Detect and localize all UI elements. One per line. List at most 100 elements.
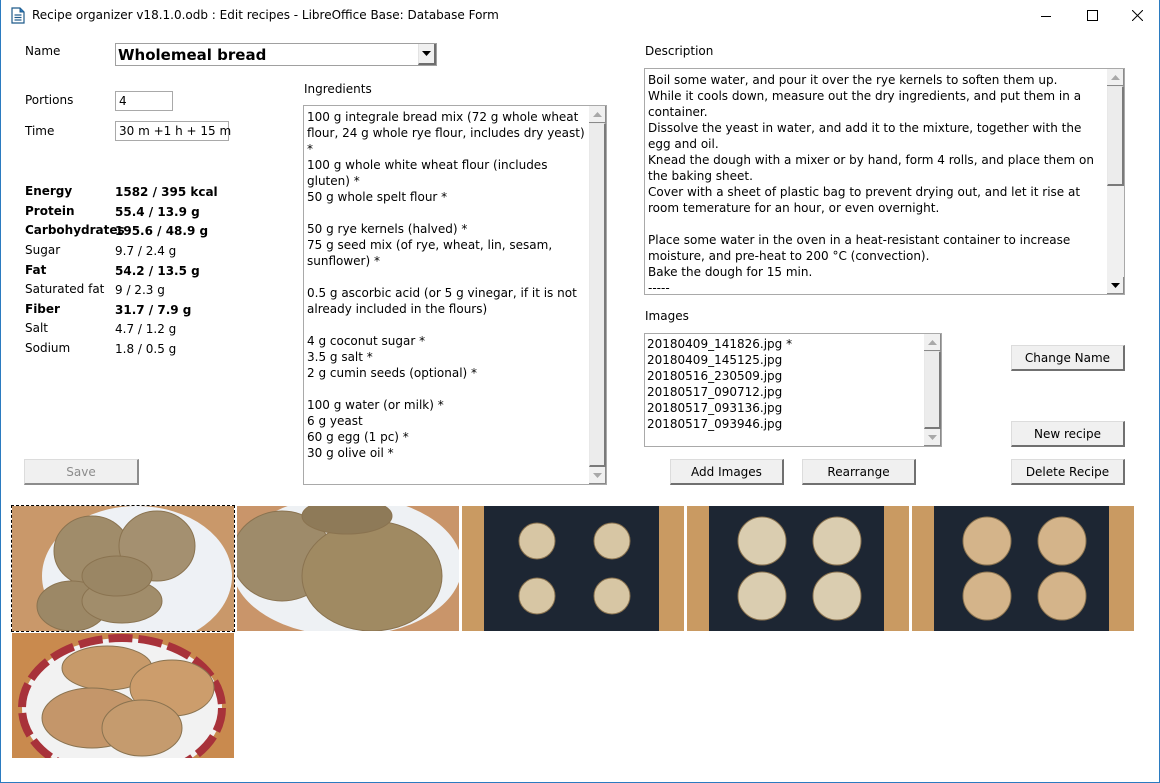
nutrition-value: 55.4 / 13.9 g <box>115 205 200 219</box>
scroll-up-button[interactable] <box>924 334 941 351</box>
scroll-thumb[interactable] <box>589 123 606 467</box>
nutrition-label: Fat <box>25 263 47 277</box>
bread-roll <box>593 577 631 615</box>
recipe-name-value: Wholemeal bread <box>118 46 267 64</box>
recipe-photo-thumbnail[interactable] <box>912 506 1134 631</box>
nutrition-label: Saturated fat <box>25 282 105 296</box>
description-scrollbar[interactable] <box>1107 69 1124 294</box>
bread-roll <box>1037 516 1087 566</box>
nutrition-label: Sodium <box>25 341 71 355</box>
minimize-button[interactable] <box>1023 0 1069 31</box>
nutrition-label: Protein <box>25 204 75 218</box>
nutrition-value: 195.6 / 48.9 g <box>115 224 209 238</box>
images-label: Images <box>645 309 689 323</box>
image-list-item[interactable]: 20180517_090712.jpg <box>647 384 922 400</box>
scroll-up-button[interactable] <box>589 106 606 123</box>
photo-image <box>12 633 234 758</box>
portions-label: Portions <box>25 93 74 107</box>
nutrition-value: 54.2 / 13.5 g <box>115 264 200 278</box>
bread-roll <box>101 699 183 757</box>
arrow-up-icon <box>927 339 937 345</box>
time-label: Time <box>25 124 55 138</box>
photo-image <box>912 506 1134 631</box>
ingredients-scrollbar[interactable] <box>589 106 606 484</box>
time-field[interactable]: 30 m +1 h + 15 m <box>115 121 231 141</box>
nutrition-value: 31.7 / 7.9 g <box>115 303 192 317</box>
nutrition-value: 9 / 2.3 g <box>115 283 165 297</box>
ingredients-label: Ingredients <box>304 82 372 96</box>
nutrition-label: Energy <box>25 184 73 198</box>
image-list-item[interactable]: 20180409_141826.jpg * <box>647 336 922 352</box>
image-list-item[interactable]: 20180517_093946.jpg <box>647 416 922 432</box>
arrow-down-icon <box>592 472 602 478</box>
delete-recipe-button[interactable]: Delete Recipe <box>1011 459 1125 485</box>
close-icon <box>1131 10 1143 21</box>
maximize-button[interactable] <box>1069 0 1115 31</box>
description-text: Boil some water, and pour it over the ry… <box>648 73 1094 292</box>
photo-image <box>237 506 459 631</box>
image-list-item[interactable]: 20180517_093136.jpg <box>647 400 922 416</box>
change-name-button[interactable]: Change Name <box>1011 345 1125 371</box>
description-textarea[interactable]: Boil some water, and pour it over the ry… <box>644 68 1125 295</box>
recipe-photo-thumbnail[interactable] <box>12 633 234 758</box>
image-list-item[interactable]: 20180409_145125.jpg <box>647 352 922 368</box>
bread-roll <box>518 522 556 560</box>
bread-roll <box>812 571 862 621</box>
images-listbox[interactable]: 20180409_141826.jpg * 20180409_145125.jpg… <box>644 333 942 447</box>
bread-roll <box>81 555 153 597</box>
nutrition-label: Sugar <box>25 243 61 257</box>
recipe-photo-thumbnail[interactable] <box>462 506 684 631</box>
new-recipe-button[interactable]: New recipe <box>1011 421 1125 447</box>
arrow-down-icon <box>1110 282 1120 288</box>
nutrition-value: 9.7 / 2.4 g <box>115 244 177 258</box>
description-label: Description <box>645 44 714 58</box>
photo-image <box>462 506 684 631</box>
bread-roll <box>593 522 631 560</box>
scroll-down-button[interactable] <box>924 429 941 446</box>
arrow-up-icon <box>1110 74 1120 80</box>
images-scrollbar[interactable] <box>924 334 941 446</box>
bread-roll <box>518 577 556 615</box>
bread-roll <box>962 571 1012 621</box>
libreoffice-base-document-icon <box>11 7 25 24</box>
title-bar: Recipe organizer v18.1.0.odb : Edit reci… <box>1 0 1159 31</box>
photo-image <box>687 506 909 631</box>
bread-roll <box>737 516 787 566</box>
window-title: Recipe organizer v18.1.0.odb : Edit reci… <box>32 8 499 22</box>
recipe-photo-thumbnail[interactable] <box>687 506 909 631</box>
nutrition-value: 1.8 / 0.5 g <box>115 342 177 356</box>
scroll-thumb[interactable] <box>924 351 941 429</box>
name-label: Name <box>25 44 61 58</box>
scroll-down-button[interactable] <box>1107 277 1124 294</box>
recipe-name-combobox[interactable]: Wholemeal bread <box>115 43 437 66</box>
bread-roll <box>812 516 862 566</box>
bread-roll <box>737 571 787 621</box>
close-button[interactable] <box>1114 0 1160 31</box>
images-list: 20180409_141826.jpg * 20180409_145125.jpg… <box>647 336 922 432</box>
ingredients-textarea[interactable]: 100 g integrale bread mix (72 g whole wh… <box>303 105 607 485</box>
arrow-up-icon <box>592 111 602 117</box>
maximize-icon <box>1086 10 1098 21</box>
portions-field[interactable]: 4 <box>115 91 173 111</box>
save-button[interactable]: Save <box>24 459 139 485</box>
photo-image <box>12 506 234 631</box>
rearrange-button[interactable]: Rearrange <box>802 459 916 485</box>
nutrition-value: 4.7 / 1.2 g <box>115 322 177 336</box>
bread-roll <box>301 520 443 631</box>
recipe-name-dropdown-button[interactable] <box>418 44 436 65</box>
scroll-down-button[interactable] <box>589 467 606 484</box>
scroll-thumb[interactable] <box>1107 86 1124 186</box>
scroll-up-button[interactable] <box>1107 69 1124 86</box>
ingredients-text: 100 g integrale bread mix (72 g whole wh… <box>307 110 585 460</box>
bread-roll <box>962 516 1012 566</box>
nutrition-label: Carbohydrates <box>25 223 125 237</box>
chevron-down-icon <box>422 51 431 56</box>
image-list-item[interactable]: 20180516_230509.jpg <box>647 368 922 384</box>
minimize-icon <box>1041 15 1051 17</box>
bread-roll <box>1037 571 1087 621</box>
nutrition-value: 1582 / 395 kcal <box>115 185 218 199</box>
recipe-photo-thumbnail[interactable] <box>237 506 459 631</box>
nutrition-label: Salt <box>25 321 49 335</box>
recipe-photo-thumbnail[interactable] <box>11 505 235 632</box>
add-images-button[interactable]: Add Images <box>670 459 784 485</box>
